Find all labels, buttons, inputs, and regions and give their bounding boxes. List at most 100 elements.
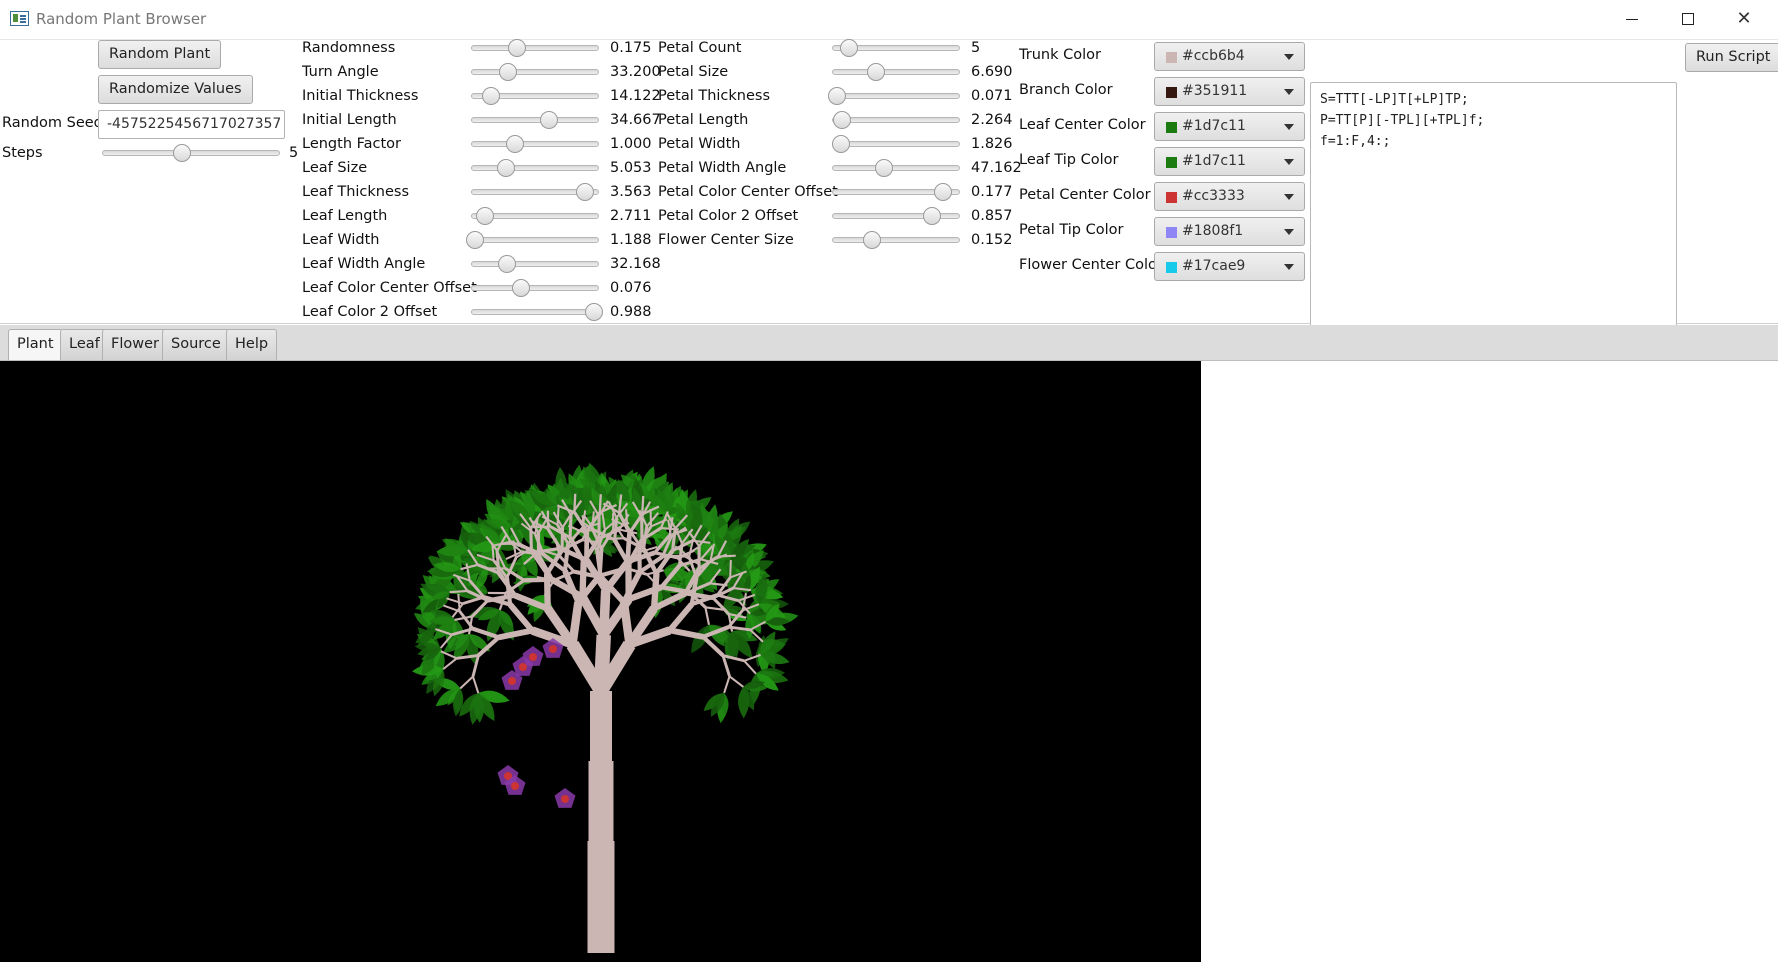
- random-plant-button[interactable]: Random Plant: [98, 40, 222, 69]
- randomize-values-button[interactable]: Randomize Values: [98, 75, 253, 104]
- parameter-slider[interactable]: [471, 110, 599, 130]
- slider-thumb[interactable]: [866, 63, 885, 81]
- slider-thumb[interactable]: [828, 87, 847, 105]
- branch-segment: [568, 601, 583, 646]
- branch-segment: [573, 493, 577, 513]
- color-hex: #cc3333: [1182, 188, 1245, 204]
- minimize-button[interactable]: [1604, 0, 1660, 38]
- parameter-slider[interactable]: [471, 278, 599, 298]
- parameter-slider[interactable]: [471, 86, 599, 106]
- parameter-slider[interactable]: [831, 134, 960, 154]
- plant-viewport[interactable]: [0, 361, 1201, 962]
- slider-thumb[interactable]: [508, 39, 527, 57]
- slider-thumb[interactable]: [465, 231, 484, 249]
- params_col1-value: 0.076: [610, 280, 652, 296]
- slider-thumb[interactable]: [862, 231, 881, 249]
- app-icon: [10, 11, 29, 26]
- parameter-slider[interactable]: [465, 230, 599, 250]
- tab-source[interactable]: Source: [162, 329, 230, 360]
- close-button[interactable]: ✕: [1716, 0, 1772, 38]
- slider-thumb[interactable]: [540, 111, 559, 129]
- params_col1-label: Leaf Length: [302, 208, 388, 224]
- slider-thumb[interactable]: [496, 159, 515, 177]
- slider-track: [471, 237, 599, 243]
- params_col2-label: Petal Color Center Offset: [658, 184, 838, 200]
- parameter-slider[interactable]: [832, 230, 960, 250]
- color-picker[interactable]: #351911: [1154, 77, 1305, 106]
- color-picker[interactable]: #1d7c11: [1154, 112, 1305, 141]
- script-editor[interactable]: S=TTT[-LP]T[+LP]TP; P=TT[P][-TPL][+TPL]f;…: [1310, 82, 1677, 357]
- parameter-slider[interactable]: [832, 206, 960, 226]
- color-picker[interactable]: #ccb6b4: [1154, 42, 1305, 71]
- color-picker[interactable]: #1d7c11: [1154, 147, 1305, 176]
- random-seed-input[interactable]: -4575225456717027357: [98, 110, 285, 139]
- params_col2-label: Petal Width Angle: [658, 160, 787, 176]
- chevron-down-icon: [1284, 264, 1294, 270]
- maximize-button[interactable]: [1660, 0, 1716, 38]
- slider-track: [832, 141, 960, 147]
- slider-thumb[interactable]: [922, 207, 941, 225]
- parameter-slider[interactable]: [471, 158, 599, 178]
- color-hex: #1d7c11: [1182, 153, 1246, 169]
- params_col2-value: 5: [971, 40, 981, 56]
- params_col2-label: Petal Count: [658, 40, 742, 56]
- params_col2-label: Petal Size: [658, 64, 729, 80]
- slider-thumb[interactable]: [476, 207, 495, 225]
- tab-bar: Plant Leaf Flower Source Help: [0, 325, 1778, 361]
- params_col1-label: Leaf Thickness: [302, 184, 410, 200]
- slider-thumb[interactable]: [584, 303, 603, 321]
- color-picker[interactable]: #cc3333: [1154, 182, 1305, 211]
- parameter-slider[interactable]: [832, 38, 960, 58]
- slider-thumb[interactable]: [575, 183, 594, 201]
- parameter-slider[interactable]: [471, 38, 599, 58]
- parameter-slider[interactable]: [832, 62, 960, 82]
- branch-segment: [625, 509, 629, 527]
- tab-help[interactable]: Help: [226, 329, 278, 360]
- parameter-slider[interactable]: [471, 254, 599, 274]
- slider-thumb[interactable]: [833, 111, 852, 129]
- params_col2-label: Petal Width: [658, 136, 741, 152]
- slider-thumb[interactable]: [505, 135, 524, 153]
- parameter-slider[interactable]: [832, 158, 960, 178]
- params_col2-value: 0.857: [971, 208, 1013, 224]
- parameter-slider[interactable]: [471, 134, 599, 154]
- slider-thumb[interactable]: [831, 135, 850, 153]
- color-picker[interactable]: #17cae9: [1154, 252, 1305, 281]
- slider-thumb[interactable]: [499, 63, 518, 81]
- slider-thumb[interactable]: [511, 279, 530, 297]
- branch-segment: [625, 533, 632, 563]
- run-script-button[interactable]: Run Script: [1685, 43, 1778, 72]
- script-line: f=1:F,4:;: [1320, 134, 1391, 149]
- slider-track: [832, 69, 960, 75]
- color-swatch: [1166, 262, 1177, 273]
- parameter-slider[interactable]: [471, 182, 599, 202]
- params_col2-label: Petal Length: [658, 112, 749, 128]
- params_col2-label: Flower Center Size: [658, 232, 794, 248]
- slider-thumb[interactable]: [173, 144, 192, 162]
- tab-flower[interactable]: Flower: [102, 329, 168, 360]
- slider-thumb[interactable]: [839, 39, 858, 57]
- parameter-slider[interactable]: [832, 182, 960, 202]
- slider-thumb[interactable]: [934, 183, 953, 201]
- color-label: Leaf Center Color: [1019, 117, 1146, 133]
- params_col2-value: 6.690: [971, 64, 1013, 80]
- params_col1-value: 0.175: [610, 40, 652, 56]
- slider-track: [471, 45, 599, 51]
- slider-thumb[interactable]: [875, 159, 894, 177]
- parameter-slider[interactable]: [471, 206, 599, 226]
- branch-segment: [579, 561, 587, 598]
- parameter-slider[interactable]: [471, 62, 599, 82]
- tab-plant[interactable]: Plant: [8, 329, 63, 360]
- chevron-down-icon: [1284, 194, 1294, 200]
- parameter-slider[interactable]: [832, 110, 960, 130]
- slider-thumb[interactable]: [497, 255, 516, 273]
- color-picker[interactable]: #1808f1: [1154, 217, 1305, 246]
- color-hex: #1808f1: [1182, 223, 1244, 239]
- steps-slider[interactable]: [102, 143, 280, 163]
- slider-thumb[interactable]: [482, 87, 501, 105]
- parameter-slider[interactable]: [471, 302, 603, 322]
- parameter-slider[interactable]: [828, 86, 960, 106]
- chevron-down-icon: [1284, 89, 1294, 95]
- script-line: S=TTT[-LP]T[+LP]TP;: [1320, 92, 1469, 107]
- flower-center: [561, 795, 569, 803]
